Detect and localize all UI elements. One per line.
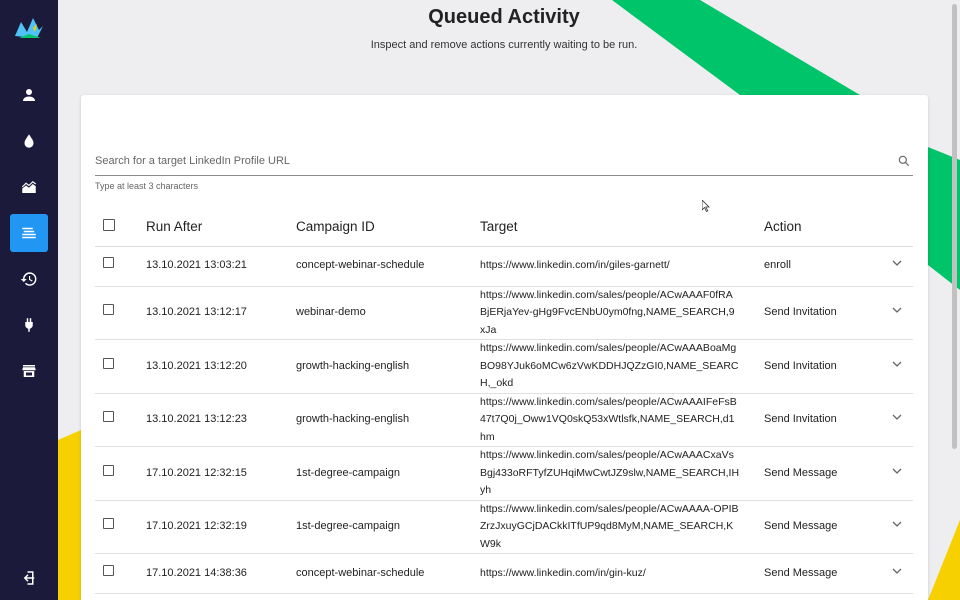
run-after-cell: 13.10.2021 13:03:21 bbox=[141, 246, 293, 287]
action-cell: Send Message bbox=[762, 500, 880, 554]
logout-button[interactable] bbox=[10, 566, 48, 590]
chevron-down-icon[interactable] bbox=[892, 466, 902, 476]
target-cell: https://www.linkedin.com/sales/people/AC… bbox=[478, 500, 762, 554]
chevron-down-icon[interactable] bbox=[892, 258, 902, 268]
logout-icon bbox=[23, 571, 35, 585]
target-url: https://www.linkedin.com/sales/people/AC… bbox=[480, 288, 735, 336]
search-icon[interactable] bbox=[897, 154, 911, 168]
target-cell: https://www.linkedin.com/in/gin-kuz/ bbox=[478, 553, 762, 594]
chevron-down-icon[interactable] bbox=[892, 566, 902, 576]
action-cell: Send Message bbox=[762, 553, 880, 594]
campaign-id-cell: growth-hacking-english bbox=[293, 393, 478, 447]
target-cell: https://www.linkedin.com/sales/people/AC… bbox=[478, 286, 762, 340]
history-icon bbox=[20, 272, 37, 286]
column-header-action[interactable]: Action bbox=[762, 207, 880, 247]
target-url: https://www.linkedin.com/sales/people/AC… bbox=[480, 395, 737, 443]
sidebar-item-profile[interactable] bbox=[10, 76, 48, 114]
logo-icon bbox=[15, 18, 43, 38]
target-cell: https://www.linkedin.com/sales/people/AC… bbox=[478, 393, 762, 447]
action-cell: Send Invitation bbox=[762, 286, 880, 340]
action-cell: Send Invitation bbox=[762, 339, 880, 394]
sidebar-item-drip[interactable] bbox=[10, 122, 48, 160]
campaign-id-cell: concept-webinar-schedule bbox=[293, 246, 478, 287]
row-checkbox[interactable] bbox=[103, 518, 114, 529]
target-url: https://www.linkedin.com/sales/people/AC… bbox=[480, 449, 740, 496]
action-cell: Send Invitation bbox=[762, 393, 880, 447]
chart-area-icon bbox=[21, 181, 37, 193]
campaign-id-cell: concept-webinar-schedule bbox=[293, 553, 478, 594]
storefront-icon bbox=[22, 365, 36, 377]
plug-icon bbox=[25, 318, 33, 332]
chevron-down-icon[interactable] bbox=[892, 359, 902, 369]
queued-activity-card: Type at least 3 characters Run After Cam… bbox=[81, 95, 928, 600]
run-after-cell: 17.10.2021 12:32:15 bbox=[141, 446, 293, 501]
page-scrollbar[interactable] bbox=[950, 0, 960, 600]
row-checkbox[interactable] bbox=[103, 464, 114, 476]
chevron-down-icon[interactable] bbox=[892, 412, 902, 422]
sidebar-item-analytics[interactable] bbox=[10, 168, 48, 206]
row-checkbox[interactable] bbox=[103, 257, 114, 269]
table-row[interactable]: 13.10.2021 13:12:17 webinar-demo https://w… bbox=[95, 286, 913, 340]
table-header-row: Run After Campaign ID Target Action bbox=[95, 207, 913, 247]
action-cell: enroll bbox=[762, 246, 880, 287]
sidebar-item-history[interactable] bbox=[10, 260, 48, 298]
mouse-cursor bbox=[702, 200, 710, 212]
chevron-down-icon[interactable] bbox=[892, 305, 902, 315]
row-checkbox[interactable] bbox=[103, 564, 114, 576]
row-checkbox[interactable] bbox=[103, 357, 114, 369]
sidebar-item-queue[interactable] bbox=[10, 214, 48, 252]
run-after-cell: 17.10.2021 12:32:19 bbox=[141, 500, 293, 554]
queue-list-icon bbox=[22, 227, 36, 239]
chevron-down-icon[interactable] bbox=[892, 519, 902, 529]
search-input[interactable] bbox=[95, 148, 885, 174]
drop-icon bbox=[24, 134, 34, 148]
sidebar-item-integrations[interactable] bbox=[10, 306, 48, 344]
person-icon bbox=[23, 89, 35, 101]
table-row[interactable]: 13.10.2021 13:03:21 concept-webinar-sched… bbox=[95, 246, 913, 287]
scrollbar-thumb[interactable] bbox=[952, 4, 957, 449]
table-row[interactable]: 13.10.2021 13:12:23 growth-hacking-englis… bbox=[95, 393, 913, 447]
table-row[interactable]: 17.10.2021 12:32:19 1st-degree-campaign ht… bbox=[95, 500, 913, 554]
page-title: Queued Activity bbox=[428, 6, 580, 28]
run-after-cell: 13.10.2021 13:12:23 bbox=[141, 393, 293, 447]
search-field bbox=[95, 148, 913, 176]
row-checkbox[interactable] bbox=[103, 411, 114, 422]
target-url: https://www.linkedin.com/in/gin-kuz/ bbox=[480, 566, 646, 579]
column-header-campaign-id[interactable]: Campaign ID bbox=[293, 207, 478, 247]
target-url: https://www.linkedin.com/sales/people/AC… bbox=[480, 502, 739, 550]
table-row[interactable]: 17.10.2021 14:38:36 concept-webinar-sched… bbox=[95, 553, 913, 594]
sidebar bbox=[0, 0, 58, 600]
page-subtitle: Inspect and remove actions currently wai… bbox=[370, 39, 638, 51]
queue-table: Run After Campaign ID Target Action 13.1… bbox=[95, 207, 913, 594]
target-cell: https://www.linkedin.com/in/giles-garnet… bbox=[478, 246, 762, 287]
run-after-cell: 17.10.2021 14:38:36 bbox=[141, 553, 293, 594]
sidebar-item-store[interactable] bbox=[10, 352, 48, 390]
column-header-target[interactable]: Target bbox=[478, 207, 762, 247]
table-row[interactable]: 13.10.2021 13:12:20 growth-hacking-englis… bbox=[95, 339, 913, 394]
campaign-id-cell: webinar-demo bbox=[293, 286, 478, 340]
select-all-checkbox[interactable] bbox=[103, 218, 115, 231]
table-row[interactable]: 17.10.2021 12:32:15 1st-degree-campaign ht… bbox=[95, 446, 913, 501]
target-cell: https://www.linkedin.com/sales/people/AC… bbox=[478, 446, 762, 501]
run-after-cell: 13.10.2021 13:12:17 bbox=[141, 286, 293, 340]
campaign-id-cell: growth-hacking-english bbox=[293, 339, 478, 394]
target-cell: https://www.linkedin.com/sales/people/AC… bbox=[478, 339, 762, 394]
row-checkbox[interactable] bbox=[103, 304, 114, 315]
campaign-id-cell: 1st-degree-campaign bbox=[293, 446, 478, 501]
target-url: https://www.linkedin.com/sales/people/AC… bbox=[480, 342, 739, 389]
column-header-run-after[interactable]: Run After bbox=[141, 207, 293, 247]
run-after-cell: 13.10.2021 13:12:20 bbox=[141, 339, 293, 394]
target-url: https://www.linkedin.com/in/giles-garnet… bbox=[480, 259, 670, 272]
action-cell: Send Message bbox=[762, 446, 880, 501]
campaign-id-cell: 1st-degree-campaign bbox=[293, 500, 478, 554]
search-helper-text: Type at least 3 characters bbox=[95, 181, 199, 191]
